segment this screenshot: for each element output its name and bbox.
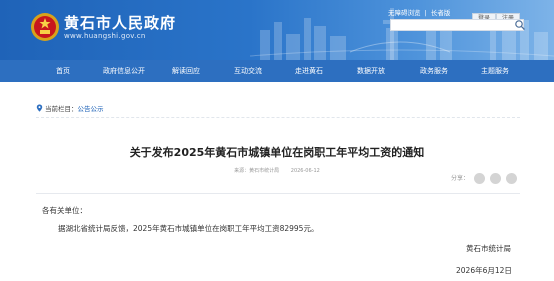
site-url: www.huangshi.gov.cn xyxy=(64,32,146,40)
share-label: 分享： xyxy=(451,175,470,182)
accessible-mode-link[interactable]: 无障碍浏览 xyxy=(388,9,421,17)
site-header: 黄石市人民政府 www.huangshi.gov.cn 无障碍浏览 | 长者版 … xyxy=(0,0,554,60)
divider xyxy=(36,117,520,118)
nav-item-gov-services[interactable]: 政务服务 xyxy=(420,66,448,76)
article-date: 2026-06-12 xyxy=(290,168,320,174)
breadcrumb: 当前栏目：公告公示 xyxy=(36,103,104,113)
nav-item-interaction[interactable]: 互动交流 xyxy=(234,66,262,76)
article-title: 关于发布2025年黄石市城镇单位在岗职工年平均工资的通知 xyxy=(129,146,425,159)
breadcrumb-current-link[interactable]: 公告公示 xyxy=(78,105,104,113)
top-link-separator: | xyxy=(424,9,427,17)
top-links: 无障碍浏览 | 长者版 xyxy=(388,7,452,17)
article-body: 据湖北省统计局反馈，2025年黄石市城镇单位在岗职工年平均工资82995元。 xyxy=(58,224,319,233)
breadcrumb-prefix: 当前栏目： xyxy=(45,105,78,113)
weibo-share-icon[interactable] xyxy=(490,173,501,184)
article-salutation: 各有关单位： xyxy=(42,206,87,215)
nav-item-open-data[interactable]: 数据开放 xyxy=(357,66,385,76)
article-signature-date: 2026年6月12日 xyxy=(456,266,512,275)
article-source: 来源：黄石市统计局 xyxy=(234,168,280,174)
divider xyxy=(36,193,520,194)
nav-item-home[interactable]: 首页 xyxy=(56,66,70,76)
page: 黄石市人民政府 www.huangshi.gov.cn 无障碍浏览 | 长者版 … xyxy=(0,0,554,281)
article-signature-org: 黄石市统计局 xyxy=(466,244,511,253)
wechat-share-icon[interactable] xyxy=(474,173,485,184)
nav-item-gov-info[interactable]: 政府信息公开 xyxy=(103,66,145,76)
search-input[interactable] xyxy=(390,19,524,31)
qq-share-icon[interactable] xyxy=(506,173,517,184)
national-emblem-icon xyxy=(31,13,59,41)
main-nav: 首页 政府信息公开 解读回应 互动交流 走进黄石 数据开放 政务服务 主题服务 xyxy=(0,60,554,82)
location-pin-icon xyxy=(36,104,43,112)
nav-item-interpretation[interactable]: 解读回应 xyxy=(172,66,200,76)
search-icon[interactable] xyxy=(514,19,526,31)
article-meta: 来源：黄石市统计局 2026-06-12 xyxy=(0,167,554,174)
nav-item-theme-services[interactable]: 主题服务 xyxy=(481,66,509,76)
elder-mode-link[interactable]: 长者版 xyxy=(431,9,451,17)
site-title[interactable]: 黄石市人民政府 xyxy=(64,12,176,33)
nav-item-about-huangshi[interactable]: 走进黄石 xyxy=(295,66,323,76)
